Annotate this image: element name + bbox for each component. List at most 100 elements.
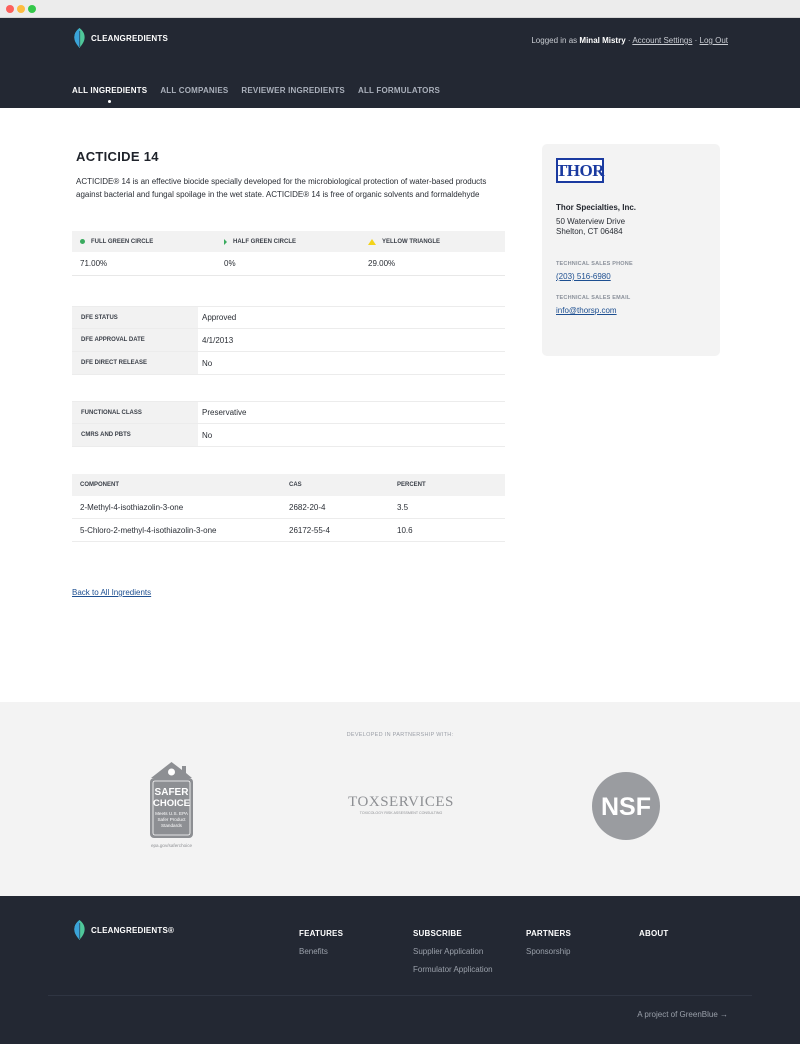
browser-titlebar: [0, 0, 800, 18]
safer-line3: Meets U.S. EPA: [155, 811, 189, 816]
footer-column-subscribe: SUBSCRIBE Supplier Application Formulato…: [413, 929, 493, 983]
site-footer: CLEANGREDIENTS® FEATURES Benefits SUBSCR…: [0, 896, 800, 1044]
nav-reviewer-ingredients[interactable]: REVIEWER INGREDIENTS: [241, 86, 345, 95]
footer-brand-name: CLEANGREDIENTS®: [91, 925, 175, 935]
column-header: PERCENT: [397, 482, 426, 488]
component-name: 5-Chloro-2-methyl-4-isothiazolin-3-one: [80, 525, 217, 535]
logged-in-label: Logged in as: [531, 36, 578, 45]
separator: ·: [627, 36, 631, 45]
component-percent: 10.6: [397, 525, 413, 535]
safer-line5: Standards: [161, 823, 183, 828]
back-to-all-ingredients-link[interactable]: Back to All Ingredients: [72, 588, 151, 597]
footer-link-formulator-application[interactable]: Formulator Application: [413, 965, 493, 974]
page-title: ACTICIDE 14: [76, 149, 159, 164]
partners-caption: DEVELOPED IN PARTNERSHIP WITH:: [346, 732, 454, 738]
row-key: DFE DIRECT RELEASE: [72, 352, 198, 374]
footer-heading[interactable]: SUBSCRIBE: [413, 929, 493, 938]
half-green-circle-icon: [224, 238, 227, 245]
dfe-approval-date-value: 4/1/2013: [202, 335, 234, 345]
footer-column-features: FEATURES Benefits: [299, 929, 343, 965]
cmrs-pbts-value: No: [202, 430, 213, 440]
table-row: CMRS AND PBTS No: [72, 424, 505, 447]
partners-section: DEVELOPED IN PARTNERSHIP WITH: SAFER CHO…: [0, 702, 800, 896]
account-settings-link[interactable]: Account Settings: [632, 36, 692, 45]
address-line-1: 50 Waterview Drive: [556, 217, 626, 226]
full-green-circle-icon: [80, 239, 85, 244]
toxservices-tagline: TOXICOLOGY RISK ASSESSMENT CONSULTING: [360, 811, 443, 815]
toxservices-logo[interactable]: TOXSERVICES TOXICOLOGY RISK ASSESSMENT C…: [337, 792, 465, 818]
circle-ratings-values: 71.00% 0% 29.00%: [72, 252, 505, 276]
components-header: COMPONENT CAS PERCENT: [72, 474, 505, 496]
nsf-logo[interactable]: NSF: [591, 771, 661, 841]
dfe-table: DFE STATUS Approved DFE APPROVAL DATE 4/…: [72, 306, 505, 375]
half-green-circle-value: 0%: [224, 259, 236, 268]
table-row: 2-Methyl-4-isothiazolin-3-one 2682-20-4 …: [72, 496, 505, 519]
safer-line2: CHOICE: [153, 798, 190, 809]
leaf-logo-icon: [74, 920, 85, 940]
footer-link-supplier-application[interactable]: Supplier Application: [413, 947, 493, 956]
company-card: THOR Thor Specialties, Inc. 50 Waterview…: [542, 144, 720, 356]
company-logo[interactable]: THOR: [556, 158, 605, 183]
greenblue-project-link[interactable]: A project of GreenBlue →: [637, 1010, 728, 1019]
email-link[interactable]: info@thorsp.com: [556, 306, 617, 315]
table-row: DFE STATUS Approved: [72, 306, 505, 329]
footer-heading[interactable]: PARTNERS: [526, 929, 571, 938]
row-key: DFE APPROVAL DATE: [72, 329, 198, 351]
close-window-button[interactable]: [6, 5, 14, 13]
footer-heading[interactable]: FEATURES: [299, 929, 343, 938]
component-name: 2-Methyl-4-isothiazolin-3-one: [80, 502, 184, 512]
leaf-logo-icon: [74, 28, 85, 48]
component-percent: 3.5: [397, 502, 409, 512]
footer-column-partners: PARTNERS Sponsorship: [526, 929, 571, 965]
column-header: YELLOW TRIANGLE: [382, 238, 440, 245]
component-cas: 2682-20-4: [289, 502, 326, 512]
maximize-window-button[interactable]: [28, 5, 36, 13]
yellow-triangle-value: 29.00%: [368, 259, 396, 268]
safer-url: epa.gov/saferchoice: [151, 843, 193, 848]
column-header: FULL GREEN CIRCLE: [91, 238, 154, 245]
user-name: Minal Mistry: [579, 36, 626, 45]
yellow-triangle-icon: [368, 238, 376, 245]
minimize-window-button[interactable]: [17, 5, 25, 13]
dfe-direct-release-value: No: [202, 358, 213, 368]
row-key: CMRS AND PBTS: [72, 424, 198, 446]
circle-ratings-table: FULL GREEN CIRCLE HALF GREEN CIRCLE YELL…: [72, 231, 505, 276]
column-header: HALF GREEN CIRCLE: [233, 238, 296, 245]
functional-class-value: Preservative: [202, 408, 247, 417]
toxservices-name: TOXSERVICES: [348, 794, 454, 810]
safer-choice-logo[interactable]: SAFER CHOICE Meets U.S. EPA Safer Produc…: [148, 760, 195, 852]
ingredient-description: ACTICIDE® 14 is an effective biocide spe…: [76, 177, 487, 199]
site-header: CLEANGREDIENTS Logged in as Minal Mistry…: [0, 18, 800, 108]
dfe-status-value: Approved: [202, 313, 237, 322]
footer-link-benefits[interactable]: Benefits: [299, 947, 343, 956]
full-green-circle-value: 71.00%: [80, 259, 108, 268]
table-row: DFE DIRECT RELEASE No: [72, 352, 505, 375]
table-row: DFE APPROVAL DATE 4/1/2013: [72, 329, 505, 352]
brand-name: CLEANGREDIENTS: [91, 33, 169, 43]
logout-link[interactable]: Log Out: [700, 36, 728, 45]
footer-heading[interactable]: ABOUT: [639, 929, 668, 938]
separator: ·: [694, 36, 698, 45]
footer-column-about: ABOUT: [639, 929, 668, 947]
table-row: FUNCTIONAL CLASS Preservative: [72, 401, 505, 424]
nsf-text: NSF: [601, 793, 651, 821]
nav-all-companies[interactable]: ALL COMPANIES: [160, 86, 228, 95]
footer-divider: [48, 995, 752, 996]
user-bar: Logged in as Minal Mistry · Account Sett…: [531, 36, 728, 45]
company-name: Thor Specialties, Inc.: [556, 203, 637, 212]
nav-all-ingredients[interactable]: ALL INGREDIENTS: [72, 86, 147, 103]
row-key: FUNCTIONAL CLASS: [72, 402, 198, 423]
circle-ratings-header: FULL GREEN CIRCLE HALF GREEN CIRCLE YELL…: [72, 231, 505, 252]
footer-logo[interactable]: CLEANGREDIENTS®: [72, 920, 174, 940]
email-label: TECHNICAL SALES EMAIL: [556, 295, 631, 301]
nav-all-formulators[interactable]: ALL FORMULATORS: [358, 86, 440, 95]
safer-line4: Safer Product: [157, 817, 186, 822]
main-nav: ALL INGREDIENTS ALL COMPANIES REVIEWER I…: [72, 86, 440, 103]
phone-link[interactable]: (203) 516-6980: [556, 272, 611, 281]
company-address: 50 Waterview Drive Shelton, CT 06484: [556, 217, 625, 237]
footer-link-sponsorship[interactable]: Sponsorship: [526, 947, 571, 956]
components-table: COMPONENT CAS PERCENT 2-Methyl-4-isothia…: [72, 474, 505, 542]
column-header: COMPONENT: [80, 482, 119, 488]
address-line-2: Shelton, CT 06484: [556, 227, 623, 236]
site-logo[interactable]: CLEANGREDIENTS: [72, 28, 168, 48]
